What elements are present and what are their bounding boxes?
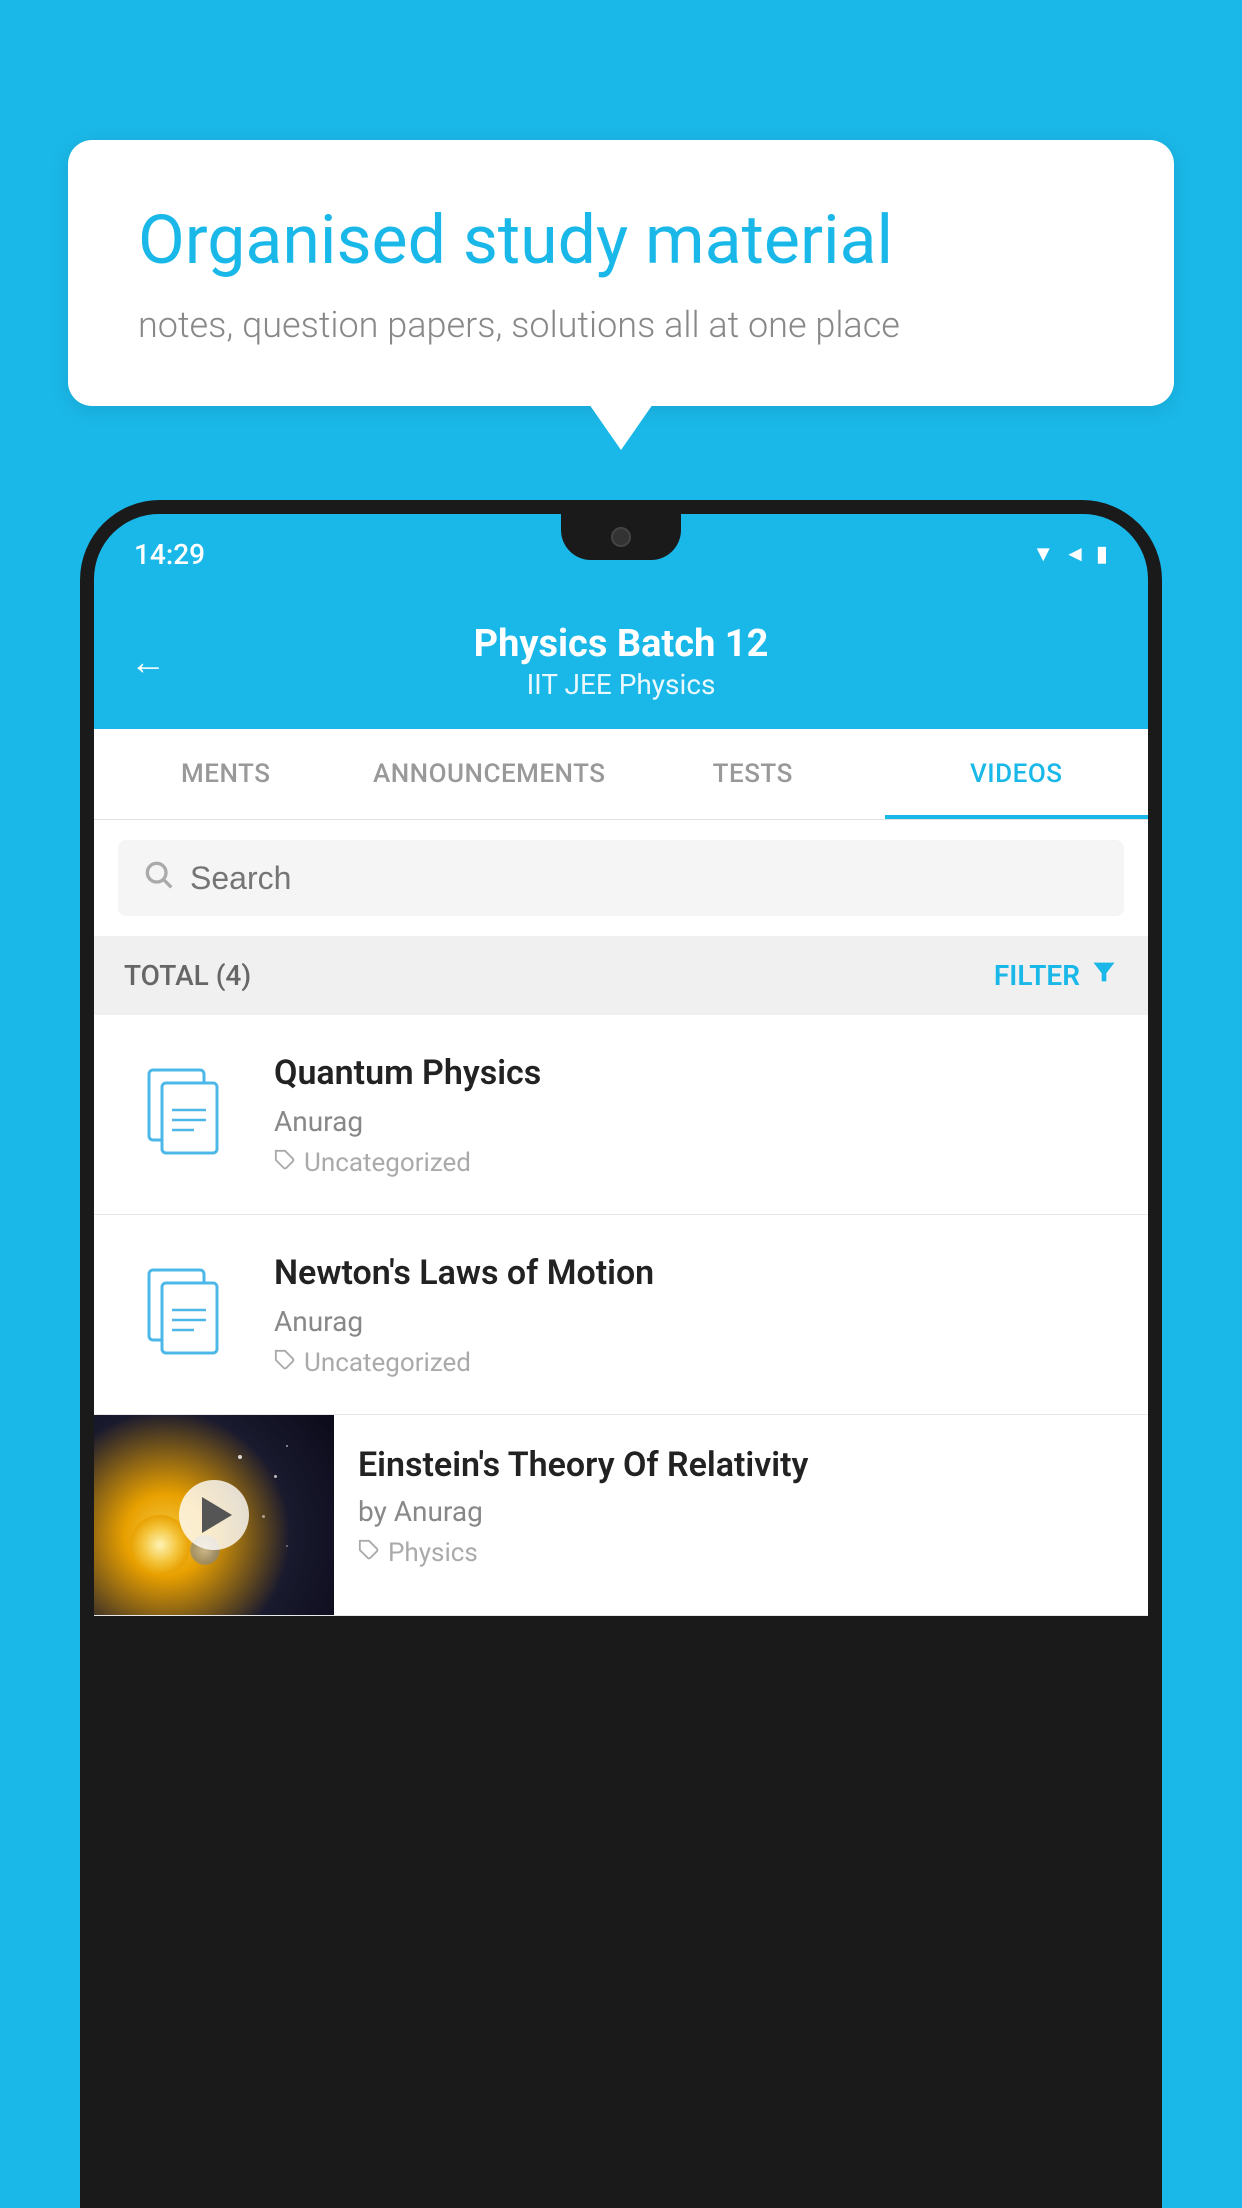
tab-ments[interactable]: MENTS <box>94 729 358 819</box>
tabs-container: MENTS ANNOUNCEMENTS TESTS VIDEOS <box>94 729 1148 820</box>
tab-announcements[interactable]: ANNOUNCEMENTS <box>358 729 622 819</box>
video-author-3: by Anurag <box>358 1495 1124 1528</box>
search-input-wrapper <box>118 840 1124 916</box>
play-triangle-icon <box>202 1497 232 1533</box>
video-tag-1: Uncategorized <box>274 1148 1118 1178</box>
video-tag-text-2: Uncategorized <box>304 1348 471 1378</box>
video-title-1: Quantum Physics <box>274 1051 1118 1095</box>
video-info-1: Quantum Physics Anurag Uncategorized <box>274 1051 1118 1178</box>
speech-bubble: Organised study material notes, question… <box>68 140 1174 406</box>
back-button[interactable]: ← <box>130 641 166 683</box>
video-info-3: Einstein's Theory Of Relativity by Anura… <box>334 1415 1148 1598</box>
video-thumbnail-2 <box>124 1265 244 1365</box>
filter-label: FILTER <box>994 959 1080 992</box>
tag-icon-1 <box>274 1149 296 1177</box>
battery-icon: ▮ <box>1096 542 1108 567</box>
play-button[interactable] <box>179 1480 249 1550</box>
tab-tests[interactable]: TESTS <box>621 729 885 819</box>
search-icon <box>142 858 174 898</box>
speech-bubble-container: Organised study material notes, question… <box>68 140 1174 406</box>
video-info-2: Newton's Laws of Motion Anurag Uncategor… <box>274 1251 1118 1378</box>
list-item[interactable]: Einstein's Theory Of Relativity by Anura… <box>94 1415 1148 1616</box>
app-header: ← Physics Batch 12 IIT JEE Physics <box>94 594 1148 729</box>
video-tag-text-3: Physics <box>388 1538 478 1568</box>
header-text-group: Physics Batch 12 IIT JEE Physics <box>134 622 1108 701</box>
app-content: ← Physics Batch 12 IIT JEE Physics MENTS… <box>94 594 1148 1616</box>
video-author-1: Anurag <box>274 1105 1118 1138</box>
filter-button[interactable]: FILTER <box>994 958 1118 993</box>
app-header-subtitle: IIT JEE Physics <box>134 668 1108 701</box>
signal-icon: ◄ <box>1064 541 1086 567</box>
video-thumbnail-1 <box>124 1065 244 1165</box>
video-title-2: Newton's Laws of Motion <box>274 1251 1118 1295</box>
search-input[interactable] <box>190 860 1100 897</box>
app-header-title: Physics Batch 12 <box>134 622 1108 666</box>
tab-videos[interactable]: VIDEOS <box>885 729 1149 819</box>
phone-outer: 14:29 ▼ ◄ ▮ ← Physics Batch 12 IIT JEE P… <box>80 500 1162 2208</box>
phone-camera <box>611 527 631 547</box>
video-title-3: Einstein's Theory Of Relativity <box>358 1445 1124 1485</box>
filter-icon <box>1090 958 1118 993</box>
video-list: Quantum Physics Anurag Uncategorized <box>94 1015 1148 1616</box>
video-thumbnail-3 <box>94 1415 334 1615</box>
wifi-icon: ▼ <box>1032 541 1054 567</box>
speech-bubble-subtitle: notes, question papers, solutions all at… <box>138 304 1104 346</box>
filter-bar: TOTAL (4) FILTER <box>94 936 1148 1015</box>
speech-bubble-title: Organised study material <box>138 200 1104 282</box>
status-bar: 14:29 ▼ ◄ ▮ <box>94 514 1148 594</box>
video-tag-2: Uncategorized <box>274 1348 1118 1378</box>
tag-icon-3 <box>358 1539 380 1567</box>
phone-time: 14:29 <box>134 538 205 571</box>
phone-mockup: 14:29 ▼ ◄ ▮ ← Physics Batch 12 IIT JEE P… <box>80 500 1162 2208</box>
video-tag-text-1: Uncategorized <box>304 1148 471 1178</box>
status-icons: ▼ ◄ ▮ <box>1032 541 1108 567</box>
list-item[interactable]: Quantum Physics Anurag Uncategorized <box>94 1015 1148 1215</box>
phone-notch <box>561 514 681 560</box>
search-container <box>94 820 1148 936</box>
total-count: TOTAL (4) <box>124 959 251 992</box>
video-author-2: Anurag <box>274 1305 1118 1338</box>
list-item[interactable]: Newton's Laws of Motion Anurag Uncategor… <box>94 1215 1148 1415</box>
tag-icon-2 <box>274 1349 296 1377</box>
video-tag-3: Physics <box>358 1538 1124 1568</box>
